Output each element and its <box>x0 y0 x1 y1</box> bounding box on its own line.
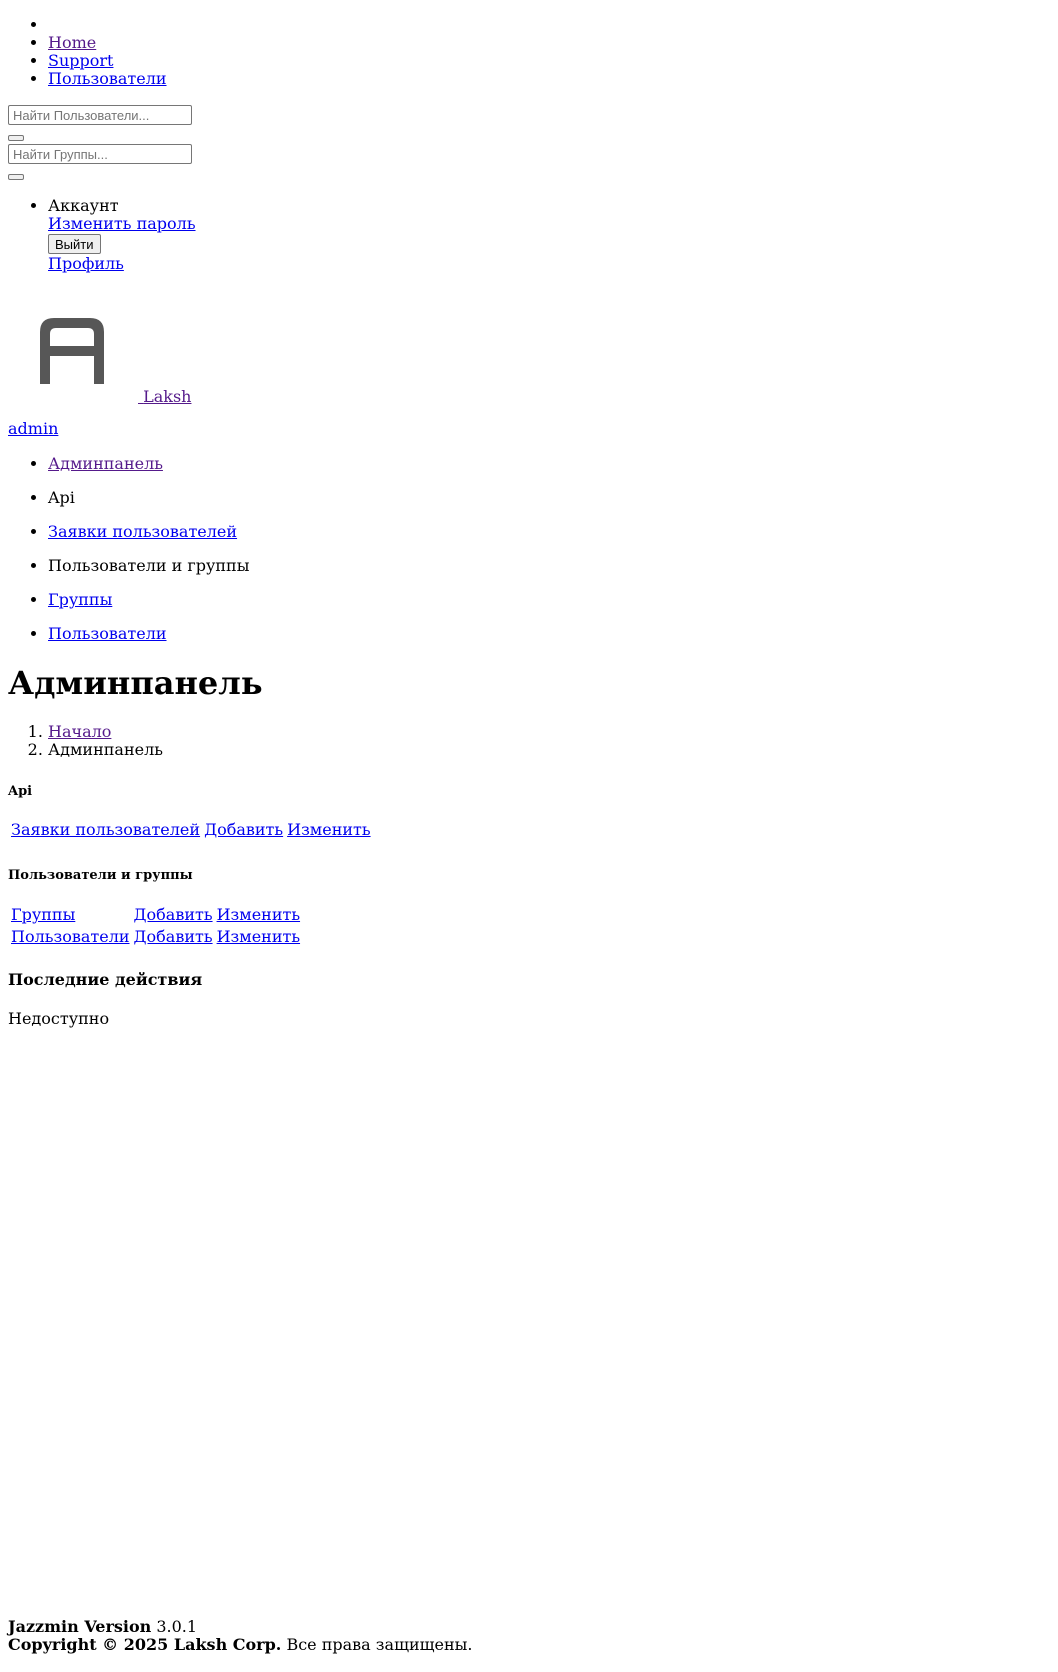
table-row: Группы Добавить Изменить <box>10 905 301 925</box>
model-link-user-requests[interactable]: Заявки пользователей <box>11 820 200 839</box>
navbar-link-support[interactable]: Support <box>48 51 113 70</box>
brand-logo-icon <box>8 296 138 406</box>
navbar-link-users[interactable]: Пользователи <box>48 69 167 88</box>
breadcrumb-link-home[interactable]: Начало <box>48 722 111 741</box>
logout-button[interactable]: Выйти <box>48 234 101 254</box>
sidebar-header-auth: Пользователи и группы <box>48 557 249 575</box>
sidebar-item-groups: Группы <box>48 591 249 609</box>
account-menu-item: Аккаунт Изменить пароль Выйти Профиль <box>48 197 196 273</box>
sidebar-header-api: Api <box>48 489 249 507</box>
sidebar-item-dashboard: Админпанель <box>48 455 249 473</box>
users-search-button[interactable] <box>8 135 24 141</box>
sidebar-link-user-requests[interactable]: Заявки пользователей <box>48 522 237 541</box>
account-title: Аккаунт <box>48 196 119 215</box>
navbar-item-support: Support <box>48 52 167 70</box>
users-search-form <box>8 105 192 141</box>
page-title: Админпанель <box>8 664 263 702</box>
change-password-link[interactable]: Изменить пароль <box>48 215 196 233</box>
sidebar-header-label: Пользователи и группы <box>48 556 250 575</box>
sidebar-link-dashboard[interactable]: Админпанель <box>48 454 163 473</box>
add-user-link[interactable]: Добавить <box>134 927 213 946</box>
sidebar-menu: Админпанель Api Заявки пользователей Пол… <box>8 455 249 659</box>
breadcrumb-item-current: Админпанель <box>48 741 163 759</box>
breadcrumb-item-home: Начало <box>48 723 163 741</box>
footer-copyright: Copyright © 2025 Laksh Corp. Все права з… <box>8 1635 473 1654</box>
brand-name: Laksh <box>143 387 192 406</box>
groups-search-form <box>8 144 192 180</box>
app-models-auth: Группы Добавить Изменить Пользователи До… <box>8 903 303 949</box>
footer-version: Jazzmin Version 3.0.1 <box>8 1617 198 1636</box>
brand: Laksh <box>8 296 191 406</box>
sidebar-item-users: Пользователи <box>48 625 249 643</box>
table-row: Заявки пользователей Добавить Изменить <box>10 820 372 840</box>
app-models-api: Заявки пользователей Добавить Изменить <box>8 818 374 842</box>
recent-actions-title: Последние действия <box>8 970 203 989</box>
recent-actions-empty: Недоступно <box>8 1009 110 1028</box>
navbar-item-users: Пользователи <box>48 70 167 88</box>
account-menu: Аккаунт Изменить пароль Выйти Профиль <box>8 197 196 273</box>
navbar-toggle[interactable] <box>48 16 167 34</box>
footer: Jazzmin Version 3.0.1 Copyright © 2025 L… <box>8 1618 472 1654</box>
navbar-link-home[interactable]: Home <box>48 33 96 52</box>
sidebar-header-label: Api <box>48 488 75 507</box>
top-navbar: Home Support Пользователи <box>8 16 167 88</box>
table-row: Пользователи Добавить Изменить <box>10 927 301 947</box>
add-user-request-link[interactable]: Добавить <box>204 820 283 839</box>
model-link-groups[interactable]: Группы <box>11 905 75 924</box>
add-group-link[interactable]: Добавить <box>134 905 213 924</box>
change-user-link[interactable]: Изменить <box>217 927 300 946</box>
breadcrumb: Начало Админпанель <box>8 723 163 759</box>
sidebar-item-user-requests: Заявки пользователей <box>48 523 249 541</box>
app-caption-auth: Пользователи и группы <box>8 868 193 883</box>
groups-search-button[interactable] <box>8 174 24 180</box>
navbar-item-home: Home <box>48 34 167 52</box>
app-caption-api: Api <box>8 784 33 799</box>
users-search-input[interactable] <box>8 105 192 125</box>
sidebar-link-users[interactable]: Пользователи <box>48 624 167 643</box>
model-link-users[interactable]: Пользователи <box>11 927 130 946</box>
user-link[interactable]: admin <box>8 420 58 438</box>
sidebar-link-groups[interactable]: Группы <box>48 590 112 609</box>
groups-search-input[interactable] <box>8 144 192 164</box>
profile-link[interactable]: Профиль <box>48 255 196 273</box>
change-user-request-link[interactable]: Изменить <box>287 820 370 839</box>
change-group-link[interactable]: Изменить <box>217 905 300 924</box>
brand-link[interactable]: Laksh <box>8 318 192 406</box>
